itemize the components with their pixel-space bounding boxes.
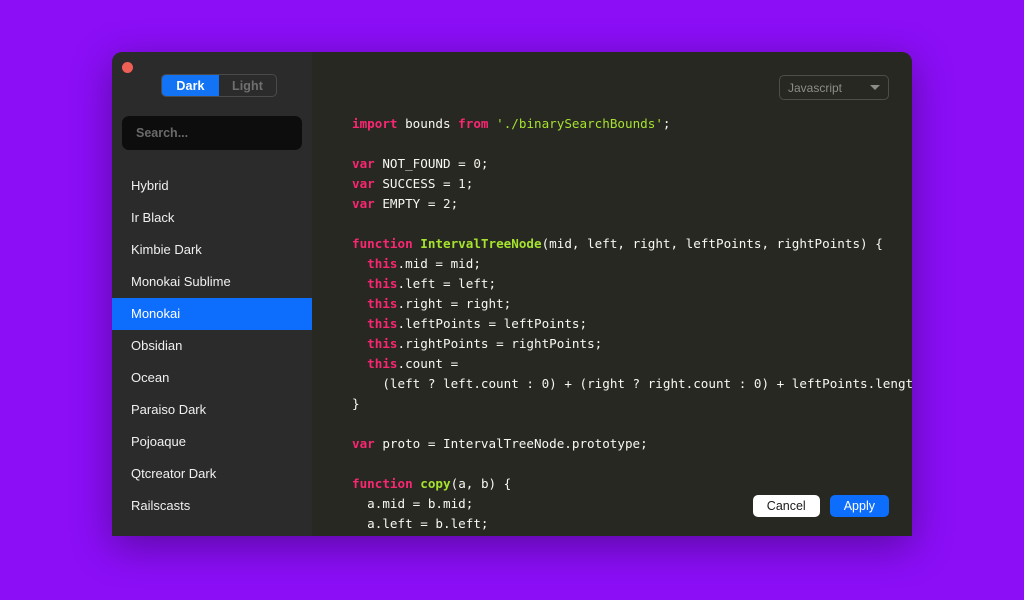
cancel-button[interactable]: Cancel <box>752 495 820 517</box>
theme-list-item-obsidian[interactable]: Obsidian <box>112 330 312 362</box>
apply-button[interactable]: Apply <box>829 495 889 517</box>
language-select[interactable]: Javascript <box>779 75 889 100</box>
search-input[interactable] <box>122 116 302 150</box>
theme-list-item-hybrid[interactable]: Hybrid <box>112 170 312 202</box>
theme-mode-toggle[interactable]: Dark Light <box>161 74 277 97</box>
theme-list-item-kimbie-dark[interactable]: Kimbie Dark <box>112 234 312 266</box>
language-select-value: Javascript <box>788 80 843 95</box>
toggle-option-light[interactable]: Light <box>219 75 276 96</box>
code-preview-pane: Javascript import bounds from './binaryS… <box>312 52 912 536</box>
theme-list-item-monokai-sublime[interactable]: Monokai Sublime <box>112 266 312 298</box>
theme-picker-window: Dark Light Hybrid Ir Black Kimbie Dark M… <box>112 52 912 536</box>
theme-list[interactable]: Hybrid Ir Black Kimbie Dark Monokai Subl… <box>112 170 312 536</box>
theme-list-item-pojoaque[interactable]: Pojoaque <box>112 426 312 458</box>
dialog-actions: Cancel Apply <box>752 495 889 517</box>
theme-list-item-paraiso-dark[interactable]: Paraiso Dark <box>112 394 312 426</box>
theme-list-item-monokai[interactable]: Monokai <box>112 298 312 330</box>
theme-list-item-ir-black[interactable]: Ir Black <box>112 202 312 234</box>
code-preview-text: import bounds from './binarySearchBounds… <box>352 116 912 531</box>
theme-list-item-railscasts[interactable]: Railscasts <box>112 490 312 522</box>
chevron-down-icon <box>870 85 880 90</box>
close-icon[interactable] <box>122 62 133 73</box>
sidebar: Dark Light Hybrid Ir Black Kimbie Dark M… <box>112 52 312 536</box>
theme-list-item-qtcreator-dark[interactable]: Qtcreator Dark <box>112 458 312 490</box>
theme-list-item-ocean[interactable]: Ocean <box>112 362 312 394</box>
toggle-option-dark[interactable]: Dark <box>162 75 219 96</box>
